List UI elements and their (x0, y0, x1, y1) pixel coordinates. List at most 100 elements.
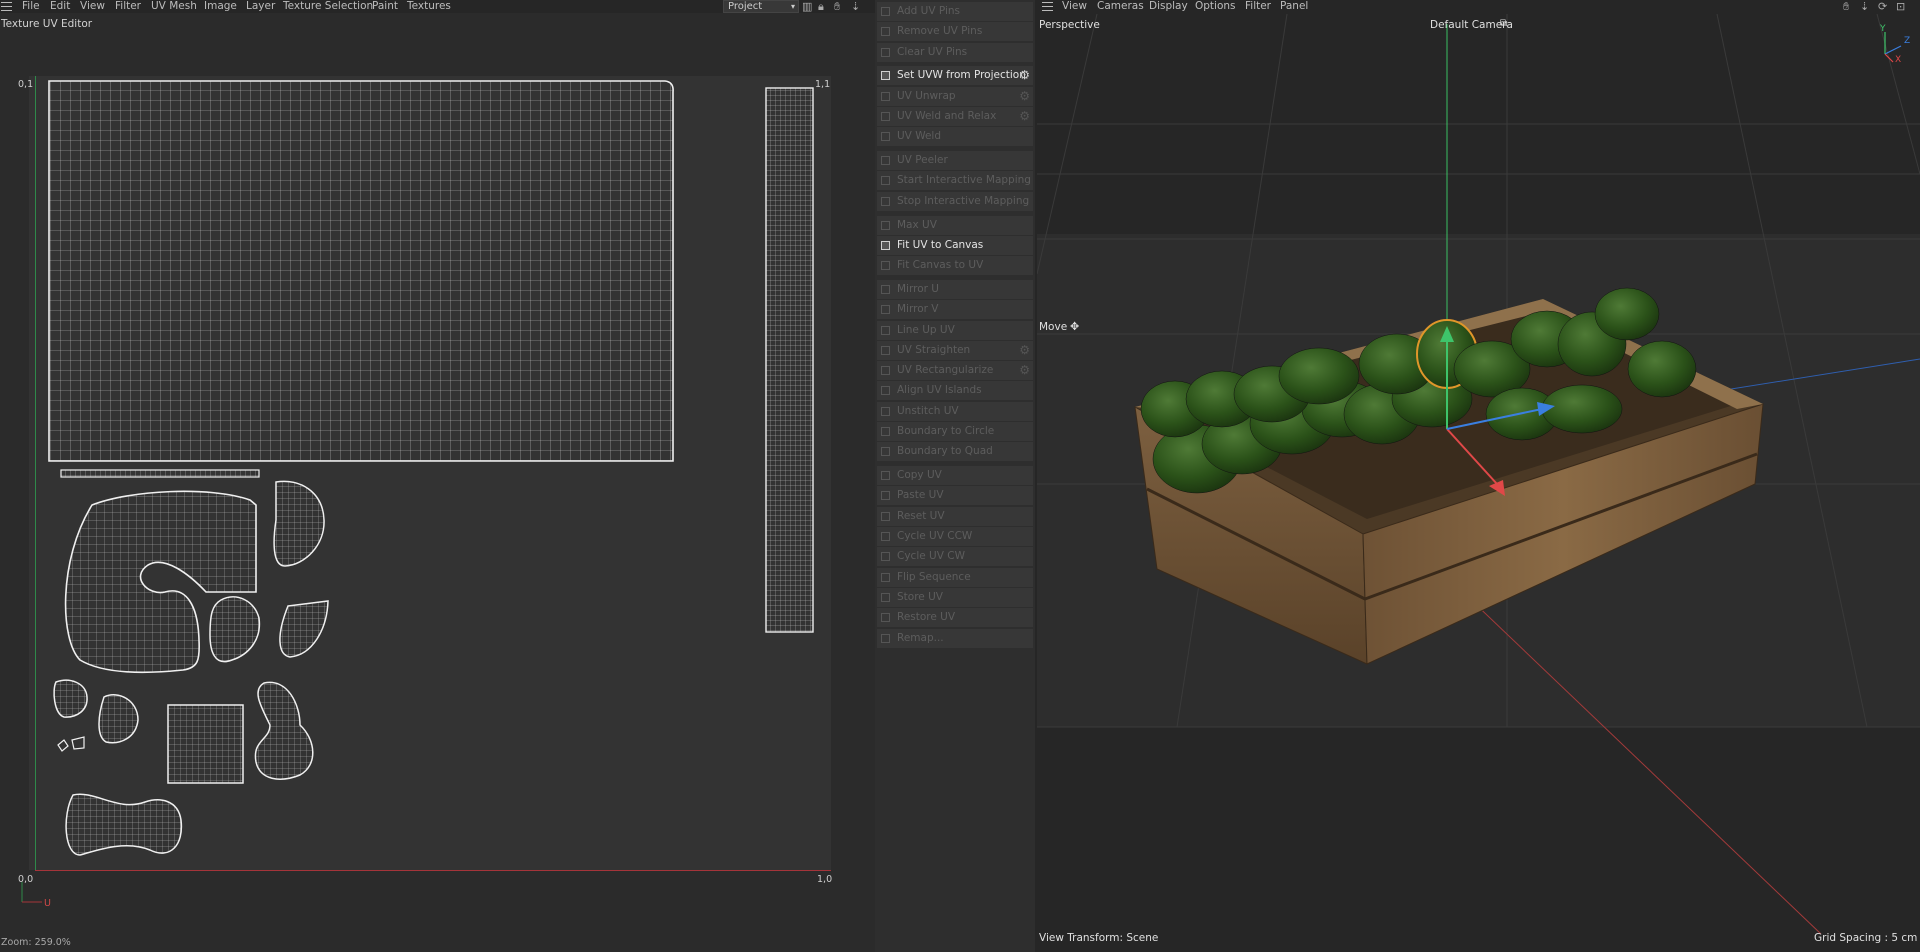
cmd-mirror-v[interactable]: Mirror V (877, 300, 1033, 320)
cmd-cycle-uv-ccw[interactable]: Cycle UV CCW (877, 527, 1033, 546)
cmd-uv-straighten[interactable]: UV Straighten ⚙ (877, 340, 1033, 360)
cmd-paste-uv[interactable]: Paste UV (877, 486, 1033, 506)
vp-menu-filter[interactable]: Filter (1245, 0, 1271, 12)
cmd-label: Store UV (897, 590, 943, 603)
uv-island-f[interactable] (254, 681, 314, 780)
stop-interactive-mapping-icon (881, 196, 890, 206)
cmd-fit-canvas-to-uv[interactable]: Fit Canvas to UV (877, 256, 1033, 276)
uv-unwrap-icon (881, 91, 890, 101)
cmd-boundary-to-quad[interactable]: Boundary to Quad (877, 442, 1033, 462)
uv-u-axis (35, 870, 831, 871)
uv-islands[interactable] (0, 0, 875, 952)
uv-island-g[interactable] (65, 793, 183, 856)
cmd-label: Unstitch UV (897, 404, 959, 417)
vp-menu-panel[interactable]: Panel (1280, 0, 1308, 12)
vp-menu-options[interactable]: Options (1195, 0, 1236, 12)
cmd-uv-weld[interactable]: UV Weld (877, 127, 1033, 147)
cmd-label: Line Up UV (897, 323, 955, 336)
vp-menu-display[interactable]: Display (1149, 0, 1188, 12)
cycle-uv-cw-icon (881, 552, 890, 562)
uv-straighten-icon (881, 345, 890, 355)
pan-hand-icon[interactable]: ✋︎ (1843, 0, 1849, 14)
cmd-copy-uv[interactable]: Copy UV (877, 466, 1033, 486)
cmd-label: Reset UV (897, 509, 945, 522)
cmd-line-up-uv[interactable]: Line Up UV (877, 320, 1033, 340)
add-uv-pins-icon (881, 7, 890, 16)
cmd-boundary-to-circle[interactable]: Boundary to Circle (877, 422, 1033, 441)
cmd-label: Stop Interactive Mapping (897, 194, 1030, 207)
rotate-icon[interactable]: ⟳ (1878, 0, 1887, 13)
uv-island-square[interactable] (167, 704, 244, 784)
cmd-align-uv-islands[interactable]: Align UV Islands (877, 381, 1033, 401)
remap-icon (881, 633, 890, 643)
cycle-uv-ccw-icon (881, 532, 890, 541)
cmd-reset-uv[interactable]: Reset UV (877, 506, 1033, 526)
cmd-max-uv[interactable]: Max UV (877, 215, 1033, 235)
cmd-restore-uv[interactable]: Restore UV (877, 608, 1033, 628)
maximize-icon[interactable]: ⊡ (1896, 0, 1905, 13)
dolly-arrow-icon[interactable]: ⇣ (1860, 0, 1869, 13)
axis-x-label: X (1895, 55, 1902, 65)
cmd-fit-uv-to-canvas[interactable]: Fit UV to Canvas (877, 235, 1033, 255)
uv-island-b[interactable] (209, 596, 261, 663)
cmd-start-interactive-mapping[interactable]: Start Interactive Mapping (877, 171, 1033, 191)
gear-icon[interactable]: ⚙ (1019, 87, 1030, 106)
vp-menu-view[interactable]: View (1062, 0, 1087, 12)
uv-island-a[interactable] (273, 480, 325, 567)
fit-canvas-to-uv-icon (881, 261, 890, 271)
cmd-mirror-u[interactable]: Mirror U (877, 279, 1033, 299)
cmd-clear-uv-pins[interactable]: Clear UV Pins (877, 42, 1033, 62)
cmd-label: Mirror U (897, 282, 939, 295)
cmd-flip-sequence[interactable]: Flip Sequence (877, 567, 1033, 587)
cmd-uv-unwrap[interactable]: UV Unwrap ⚙ (877, 86, 1033, 106)
cmd-stop-interactive-mapping[interactable]: Stop Interactive Mapping (877, 191, 1033, 211)
uv-weld-icon (881, 132, 890, 142)
cmd-unstitch-uv[interactable]: Unstitch UV (877, 401, 1033, 421)
corner-label-0-1: 0,1 (18, 79, 34, 90)
viewport-menubar: View Cameras Display Options Filter Pane… (1035, 0, 1920, 13)
cmd-uv-rectangularize[interactable]: UV Rectangularize ⚙ (877, 361, 1033, 381)
gear-icon[interactable]: ⚙ (1019, 341, 1030, 360)
uv-island-c[interactable] (279, 600, 329, 658)
viewport-scene[interactable] (1037, 14, 1920, 952)
cmd-label: UV Weld and Relax (897, 110, 997, 122)
uv-island-strip[interactable] (60, 469, 260, 478)
camera-icon[interactable]: ⧉ (1500, 18, 1507, 29)
gear-icon[interactable]: ⚙ (1019, 107, 1030, 126)
cmd-label: Boundary to Circle (897, 425, 995, 437)
cmd-label: Boundary to Quad (897, 445, 993, 458)
uv-island-tiny-2[interactable] (71, 736, 85, 750)
uv-island-e[interactable] (98, 694, 139, 744)
cmd-label: Max UV (897, 218, 937, 231)
cmd-label: UV Weld (897, 130, 942, 143)
axis-y-label: Y (1880, 24, 1886, 34)
cmd-store-uv[interactable]: Store UV (877, 587, 1033, 607)
cmd-set-uvw-from-projection[interactable]: Set UVW from Projection ⚙ (877, 66, 1033, 86)
cmd-uv-peeler[interactable]: UV Peeler (877, 151, 1033, 171)
cmd-label: Start Interactive Mapping (897, 174, 1031, 187)
uv-island-side-strip[interactable] (765, 87, 814, 633)
cmd-remap[interactable]: Remap... (877, 628, 1033, 648)
cmd-label: Paste UV (897, 489, 944, 502)
gear-icon[interactable]: ⚙ (1019, 66, 1030, 85)
set-uvw-from-projection-icon (881, 71, 890, 81)
uv-rectangularize-icon (881, 366, 890, 376)
gear-icon[interactable]: ⚙ (1019, 361, 1030, 380)
cmd-remove-uv-pins[interactable]: Remove UV Pins (877, 22, 1033, 42)
vp-menu-cameras[interactable]: Cameras (1097, 0, 1144, 12)
axis-z-label: Z (1904, 36, 1911, 46)
uv-island-d[interactable] (53, 679, 88, 718)
uv-axis-u-label: U (44, 898, 51, 909)
viewport-menu-icon[interactable] (1042, 2, 1053, 11)
cmd-cycle-uv-cw[interactable]: Cycle UV CW (877, 547, 1033, 567)
uv-island-tiny-1[interactable] (57, 739, 69, 752)
cmd-uv-weld-and-relax[interactable]: UV Weld and Relax ⚙ (877, 107, 1033, 126)
viewport-3d[interactable]: Perspective Default Camera ⧉ Move ✥ View… (1037, 14, 1920, 952)
uv-island-large-panel[interactable] (48, 80, 674, 462)
corner-label-1-1: 1,1 (815, 79, 831, 90)
mirror-v-icon (881, 305, 890, 315)
cmd-add-uv-pins[interactable]: Add UV Pins (877, 2, 1033, 21)
viewport-projection-label[interactable]: Perspective (1039, 19, 1100, 31)
reset-uv-icon (881, 511, 890, 521)
uv-v-axis (35, 76, 36, 871)
